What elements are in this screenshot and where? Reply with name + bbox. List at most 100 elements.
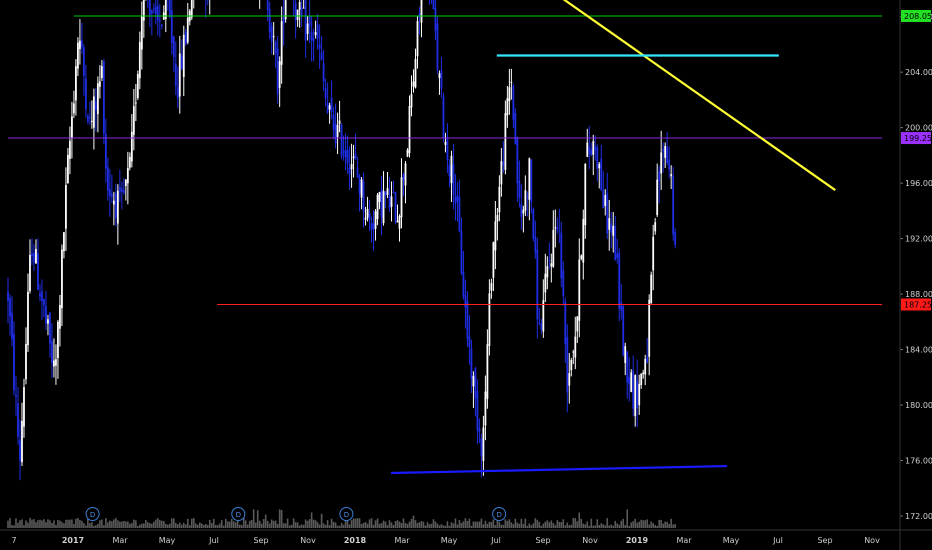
candle-body xyxy=(532,208,535,239)
volume-bar xyxy=(478,521,481,528)
volume-bar xyxy=(476,521,479,528)
dividend-marker-2[interactable]: D xyxy=(231,507,246,521)
candle-body xyxy=(29,254,31,292)
volume-bar xyxy=(139,524,141,528)
volume-bar xyxy=(212,518,215,528)
volume-bar xyxy=(482,524,485,528)
volume-bar xyxy=(408,521,411,528)
time-axis[interactable]: 7 2017 Mar May Jul Sep Nov 2018 Mar May Jul Sep Nov 2… xyxy=(11,536,880,545)
candle-body xyxy=(268,9,271,33)
candle-body xyxy=(104,134,107,169)
candle-body xyxy=(648,299,651,357)
candle-body xyxy=(122,190,125,193)
volume-bar xyxy=(202,524,205,528)
volume-bar xyxy=(586,521,589,528)
volume-bar xyxy=(292,518,295,528)
candle-body xyxy=(27,291,29,346)
volume-bar xyxy=(572,518,575,528)
candle-body xyxy=(266,0,269,10)
candle-body xyxy=(556,226,559,230)
volume-bar xyxy=(141,523,143,528)
candle-body xyxy=(628,376,631,385)
candle-body xyxy=(564,301,567,344)
volume-bar xyxy=(7,520,9,528)
volume-bar xyxy=(178,522,181,528)
candle-body xyxy=(7,291,9,302)
volume-bar xyxy=(83,523,85,528)
volume-bar xyxy=(524,518,527,528)
candle-body xyxy=(386,188,389,196)
candle-body xyxy=(326,102,329,113)
candle-body xyxy=(640,373,643,385)
candle-body xyxy=(73,103,75,114)
volume-bar xyxy=(522,523,525,528)
candle-body xyxy=(132,106,135,135)
volume-bar xyxy=(312,519,315,528)
candle-body xyxy=(528,158,531,200)
candle-body xyxy=(450,155,453,184)
candle-body xyxy=(614,225,617,260)
volume-bar xyxy=(510,522,513,528)
candle-body xyxy=(594,146,597,151)
candle-body xyxy=(390,196,393,207)
time-tick-label: 2017 xyxy=(62,536,84,545)
candle-body xyxy=(474,368,477,399)
dividend-marker-4[interactable]: D xyxy=(492,507,507,521)
candle-body xyxy=(590,149,593,156)
candle-body xyxy=(544,273,547,293)
price-axis[interactable]: 172.00 176.00 180.00 184.00 188.00 192.00 196.… xyxy=(900,0,932,521)
volume-bar xyxy=(123,521,125,528)
volume-bar xyxy=(157,518,159,528)
volume-bar xyxy=(444,525,447,528)
volume-bar xyxy=(598,524,601,528)
volume-bar xyxy=(9,518,11,528)
candle-body xyxy=(420,0,423,23)
price-tick-label: 172.00 xyxy=(905,512,932,521)
volume-bar xyxy=(248,520,251,528)
volume-bar xyxy=(400,523,403,528)
volume-bar xyxy=(214,524,217,528)
candle-body xyxy=(554,227,557,229)
volume-bar xyxy=(472,521,475,528)
volume-bar xyxy=(558,521,561,528)
candle-body xyxy=(596,147,599,169)
candle-body xyxy=(274,41,277,54)
volume-bar xyxy=(438,525,441,528)
candle-body xyxy=(352,156,355,158)
candle-body xyxy=(362,181,365,212)
candle-body xyxy=(160,25,163,27)
volume-bar xyxy=(372,524,375,528)
candle-body xyxy=(516,137,519,184)
candle-body xyxy=(318,44,321,49)
candle-body xyxy=(646,356,649,363)
volume-bar xyxy=(53,520,55,528)
candle-body xyxy=(356,167,359,178)
price-chart[interactable]: D D D D 172.00 176.00 180.00 184.00 188.00 192.0… xyxy=(0,0,932,550)
volume-bar xyxy=(356,518,359,528)
candle-body xyxy=(106,167,109,191)
volume-bar xyxy=(480,518,483,528)
volume-bar xyxy=(416,523,419,528)
volume-bar xyxy=(418,522,421,528)
candle-body xyxy=(87,116,89,122)
volume-bar xyxy=(368,519,371,528)
volume-bar xyxy=(446,521,449,528)
volume-bar xyxy=(37,520,39,528)
volume-bar xyxy=(410,518,413,528)
time-tick-label: Sep xyxy=(817,536,832,545)
candle-body xyxy=(378,192,381,203)
dividend-marker-3[interactable]: D xyxy=(339,507,354,521)
candle-body xyxy=(384,191,387,196)
dividend-marker-1[interactable]: D xyxy=(85,507,100,521)
candle-body xyxy=(41,291,43,302)
candle-body xyxy=(538,323,541,325)
candle-body xyxy=(522,209,525,214)
candle-body xyxy=(346,149,349,164)
candle-body xyxy=(49,312,51,344)
candle-body xyxy=(45,305,47,324)
candle-body xyxy=(302,7,305,9)
candle-body xyxy=(348,167,351,175)
candle-body xyxy=(81,40,83,47)
candle-body xyxy=(360,179,363,198)
volume-bar xyxy=(582,523,585,528)
